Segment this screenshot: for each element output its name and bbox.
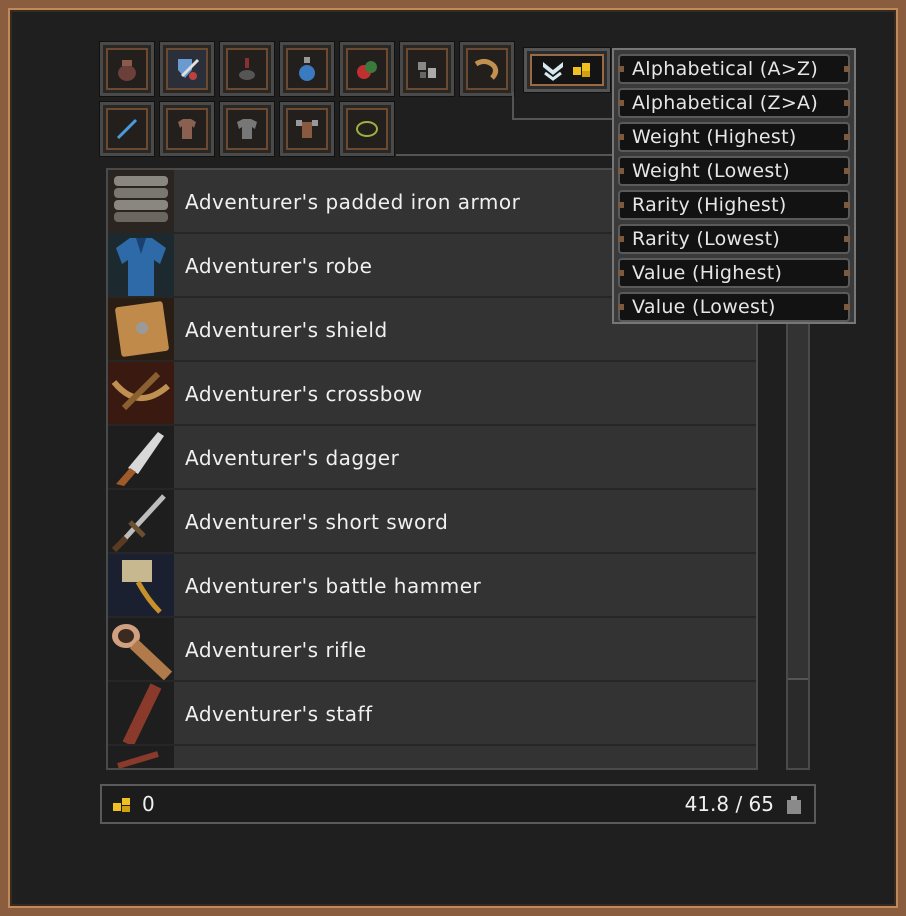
category-horn-button[interactable] bbox=[459, 41, 515, 97]
sort-option-value-high[interactable]: Value (Highest) bbox=[618, 258, 850, 288]
sort-connector-line bbox=[512, 92, 514, 120]
sort-button[interactable] bbox=[523, 47, 611, 93]
list-item[interactable]: Adventurer's battle hammer bbox=[108, 554, 756, 618]
category-chest-armor-button[interactable] bbox=[279, 101, 335, 157]
sort-option-rarity-low[interactable]: Rarity (Lowest) bbox=[618, 224, 850, 254]
item-label: Adventurer's rifle bbox=[185, 638, 367, 662]
shield-sword-icon bbox=[178, 58, 200, 80]
category-bag-button[interactable] bbox=[99, 41, 155, 97]
necklace-icon bbox=[356, 121, 378, 137]
item-label: Adventurer's staff bbox=[185, 702, 373, 726]
sort-option-alpha-desc[interactable]: Alphabetical (Z>A) bbox=[618, 88, 850, 118]
padded-armor-icon bbox=[108, 170, 174, 232]
list-item[interactable]: Adventurer's staff bbox=[108, 682, 756, 746]
tab-underline bbox=[396, 154, 614, 156]
tools-icon bbox=[418, 62, 436, 78]
weight-icon bbox=[787, 796, 801, 814]
item-label: Adventurer's robe bbox=[185, 254, 373, 278]
category-blue-potion-button[interactable] bbox=[279, 41, 335, 97]
sort-dropdown-menu: Alphabetical (A>Z) Alphabetical (Z>A) We… bbox=[612, 48, 856, 324]
bag-icon bbox=[118, 60, 136, 81]
list-item[interactable]: Adventurer's crossbow bbox=[108, 362, 756, 426]
inventory-footer: 0 41.8 / 65 bbox=[100, 784, 816, 824]
chest-armor-icon bbox=[296, 120, 318, 138]
item-label: Adventurer's shield bbox=[185, 318, 388, 342]
hammer-icon bbox=[108, 554, 174, 616]
potion-red-icon bbox=[239, 58, 255, 80]
item-thumbnail bbox=[108, 746, 174, 768]
staff-icon bbox=[108, 682, 174, 744]
category-necklace-button[interactable] bbox=[339, 101, 395, 157]
food-icon bbox=[357, 61, 377, 79]
leather-armor-icon bbox=[178, 119, 196, 139]
potion-blue-icon bbox=[299, 57, 315, 81]
category-tools-button[interactable] bbox=[399, 41, 455, 97]
list-item[interactable]: Adventurer's rifle bbox=[108, 618, 756, 682]
plate-armor-icon bbox=[237, 119, 257, 139]
sort-connector-line bbox=[512, 118, 614, 120]
robe-icon bbox=[108, 234, 174, 296]
weight-capacity: 41.8 / 65 bbox=[684, 792, 774, 816]
crossbow-icon bbox=[108, 362, 174, 424]
gold-amount: 0 bbox=[142, 792, 155, 816]
horn-icon bbox=[474, 58, 499, 80]
sort-option-weight-low[interactable]: Weight (Lowest) bbox=[618, 156, 850, 186]
sort-option-alpha-asc[interactable]: Alphabetical (A>Z) bbox=[618, 54, 850, 84]
category-food-button[interactable] bbox=[339, 41, 395, 97]
category-leather-armor-button[interactable] bbox=[159, 101, 215, 157]
category-weapons-armor-button[interactable] bbox=[159, 41, 215, 97]
sword-icon bbox=[116, 118, 138, 140]
list-item[interactable]: Adventurer's dagger bbox=[108, 426, 756, 490]
rifle-icon bbox=[108, 618, 174, 680]
chevron-down-icon bbox=[543, 62, 563, 81]
sort-option-weight-high[interactable]: Weight (Highest) bbox=[618, 122, 850, 152]
item-label: Adventurer's crossbow bbox=[185, 382, 423, 406]
category-sword-button[interactable] bbox=[99, 101, 155, 157]
list-item[interactable]: Adventurer's short sword bbox=[108, 490, 756, 554]
short-sword-icon bbox=[108, 490, 174, 552]
sort-option-value-low[interactable]: Value (Lowest) bbox=[618, 292, 850, 322]
item-label: Adventurer's short sword bbox=[185, 510, 449, 534]
sort-gold-icon bbox=[573, 63, 590, 77]
shield-icon bbox=[108, 298, 174, 360]
sort-option-rarity-high[interactable]: Rarity (Highest) bbox=[618, 190, 850, 220]
category-red-potion-button[interactable] bbox=[219, 41, 275, 97]
gold-icon bbox=[113, 798, 130, 812]
dagger-icon bbox=[108, 426, 174, 488]
item-label: Adventurer's battle hammer bbox=[185, 574, 482, 598]
category-plate-armor-button[interactable] bbox=[219, 101, 275, 157]
item-label: Adventurer's padded iron armor bbox=[185, 190, 521, 214]
item-label: Adventurer's dagger bbox=[185, 446, 400, 470]
list-item[interactable] bbox=[108, 746, 756, 768]
